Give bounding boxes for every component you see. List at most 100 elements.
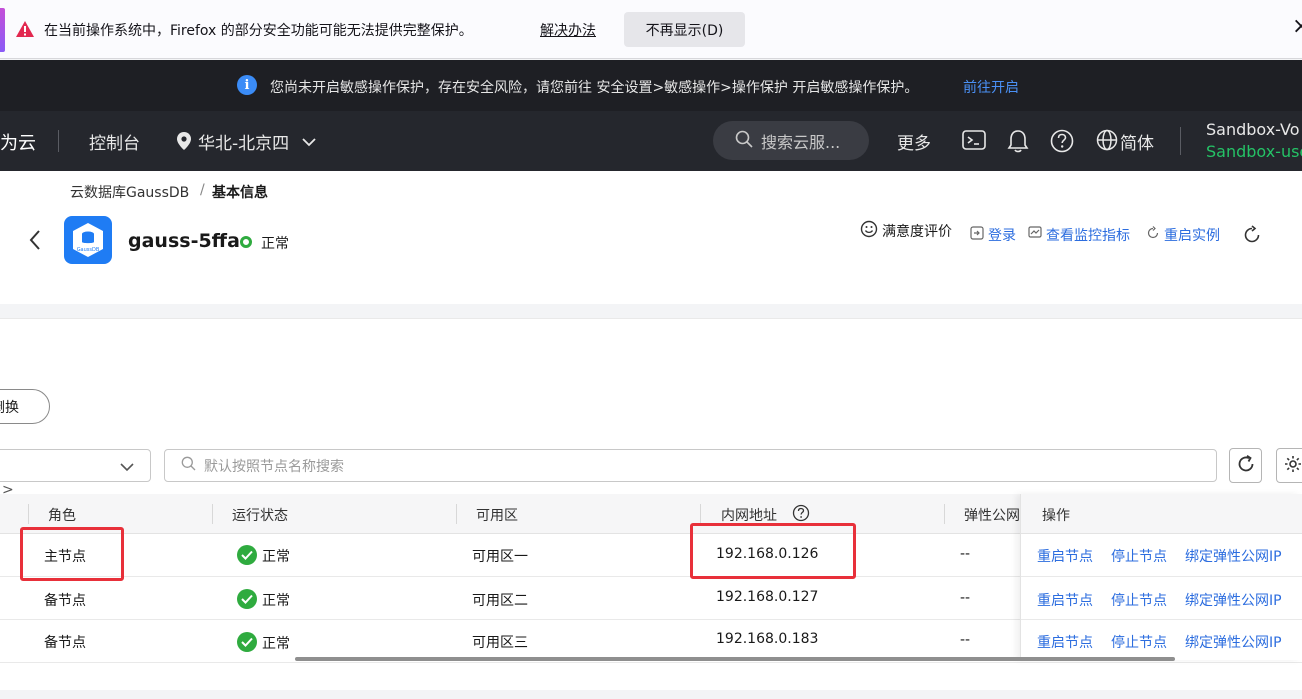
- page-bottom: [0, 690, 1302, 699]
- node-az: 可用区一: [472, 549, 528, 565]
- gear-icon: [1283, 454, 1302, 478]
- node-eip: --: [960, 632, 971, 648]
- column-az: 可用区: [476, 508, 518, 524]
- highlight-box-role: [20, 527, 124, 581]
- stop-node-link[interactable]: 停止节点: [1111, 590, 1167, 610]
- notice-text: 您尚未开启敏感操作保护，存在安全风险，请您前往 安全设置>敏感操作>操作保护 开…: [270, 80, 919, 96]
- column-divider: [28, 504, 29, 524]
- monitor-icon: [1028, 226, 1042, 244]
- fix-link[interactable]: 解决办法: [540, 20, 596, 40]
- table-row: 主节点 正常 可用区一 192.168.0.126 -- 重启节点 停止节点 绑…: [0, 534, 1302, 577]
- account-user[interactable]: Sandbox-use: [1206, 142, 1302, 161]
- search-icon: [181, 456, 196, 475]
- instance-status: 正常: [261, 236, 289, 252]
- check-circle-icon: [237, 589, 257, 609]
- status-dot: [240, 236, 252, 248]
- search-icon: [735, 130, 753, 152]
- gaussdb-logo-text: GaussDB: [77, 247, 100, 253]
- satisfaction-action[interactable]: 满意度评价: [860, 220, 952, 242]
- node-private-ip: 192.168.0.127: [716, 589, 819, 605]
- nav-divider-right: [1180, 127, 1181, 155]
- check-circle-icon: [237, 632, 257, 652]
- console-link[interactable]: 控制台: [89, 129, 140, 154]
- node-role: 备节点: [44, 593, 86, 609]
- node-az: 可用区三: [472, 635, 528, 651]
- column-divider: [212, 504, 213, 524]
- horizontal-scrollbar[interactable]: [295, 657, 1175, 661]
- breadcrumb-separator: /: [200, 182, 205, 198]
- bind-eip-link[interactable]: 绑定弹性公网IP: [1185, 632, 1282, 652]
- node-private-ip: 192.168.0.183: [716, 631, 819, 647]
- brand-logo-text[interactable]: 为云: [0, 129, 36, 155]
- settings-button[interactable]: [1276, 448, 1302, 483]
- region-selector[interactable]: 华北-北京四: [198, 129, 289, 154]
- monitor-link: 查看监控指标: [1046, 228, 1130, 244]
- info-icon: i: [237, 75, 257, 95]
- top-nav: 为云 控制台 华北-北京四 搜索云服... 更多 简体 Sandbox-Vo S…: [0, 111, 1302, 171]
- breadcrumb-current: 基本信息: [212, 185, 268, 201]
- column-run-status: 运行状态: [232, 508, 288, 524]
- account-name[interactable]: Sandbox-Vo: [1206, 120, 1300, 139]
- column-divider: [456, 504, 457, 524]
- gaussdb-logo: GaussDB: [64, 216, 112, 264]
- more-menu[interactable]: 更多: [897, 129, 931, 154]
- globe-icon[interactable]: [1096, 129, 1118, 155]
- node-eip: --: [960, 590, 971, 606]
- bell-icon[interactable]: [1007, 129, 1029, 157]
- restart-node-link[interactable]: 重启节点: [1037, 590, 1093, 610]
- node-eip: --: [960, 546, 971, 562]
- node-az: 可用区二: [472, 593, 528, 609]
- restart-node-link[interactable]: 重启节点: [1037, 546, 1093, 566]
- instance-name: gauss-5ffa: [128, 230, 240, 252]
- column-divider: [944, 504, 945, 524]
- bar-accent: [0, 8, 5, 52]
- refresh-header-icon[interactable]: [1242, 225, 1262, 249]
- terminal-icon[interactable]: [962, 129, 986, 155]
- table-header: 角色 运行状态 可用区 内网地址 弹性公网 操作: [0, 494, 1302, 534]
- smile-icon: [860, 220, 878, 242]
- restart-instance-action[interactable]: 重启实例: [1146, 225, 1220, 245]
- location-pin-icon: [177, 132, 191, 154]
- stop-node-link[interactable]: 停止节点: [1111, 546, 1167, 566]
- column-role: 角色: [48, 508, 76, 524]
- nav-divider: [58, 130, 59, 152]
- column-ops: 操作: [1042, 508, 1070, 524]
- node-search-placeholder: 默认按照节点名称搜索: [204, 458, 344, 475]
- bind-eip-link[interactable]: 绑定弹性公网IP: [1185, 546, 1282, 566]
- filter-select[interactable]: [0, 449, 151, 482]
- help-icon[interactable]: [1050, 129, 1074, 157]
- language-switch[interactable]: 简体: [1120, 129, 1154, 154]
- login-icon: [970, 226, 984, 244]
- restart-node-link[interactable]: 重启节点: [1037, 632, 1093, 652]
- restart-instance-link: 重启实例: [1164, 228, 1220, 244]
- dont-show-again-button[interactable]: 不再显示(D): [624, 12, 745, 47]
- back-arrow-icon[interactable]: [28, 229, 42, 255]
- firefox-warning-text: 在当前操作系统中，Firefox 的部分安全功能可能无法提供完整保护。: [44, 23, 473, 39]
- monitor-action[interactable]: 查看监控指标: [1028, 225, 1130, 245]
- chevron-down-icon[interactable]: [302, 135, 316, 151]
- global-search-placeholder: 搜索云服...: [761, 132, 841, 152]
- bind-eip-link[interactable]: 绑定弹性公网IP: [1185, 590, 1282, 610]
- table-row: 备节点 正常 可用区二 192.168.0.127 -- 重启节点 停止节点 绑…: [0, 577, 1302, 620]
- login-action[interactable]: 登录: [970, 225, 1016, 245]
- node-status: 正常: [262, 593, 290, 609]
- refresh-button[interactable]: [1229, 448, 1262, 483]
- global-search[interactable]: 搜索云服...: [713, 121, 869, 160]
- node-status: 正常: [262, 549, 290, 565]
- node-search-input[interactable]: 默认按照节点名称搜索: [164, 449, 1217, 482]
- restart-icon: [1146, 226, 1160, 244]
- stop-node-link[interactable]: 停止节点: [1111, 632, 1167, 652]
- security-notice: i 您尚未开启敏感操作保护，存在安全风险，请您前往 安全设置>敏感操作>操作保护…: [0, 60, 1302, 111]
- close-icon[interactable]: ×: [1292, 16, 1302, 38]
- check-circle-icon: [237, 545, 257, 565]
- highlight-box-ip: [690, 523, 856, 579]
- enable-protection-link[interactable]: 前往开启: [963, 77, 1019, 97]
- column-private-ip: 内网地址: [721, 508, 777, 524]
- chevron-down-icon: [120, 460, 134, 476]
- satisfaction-label: 满意度评价: [882, 224, 952, 240]
- switchover-button[interactable]: 倒换: [0, 389, 50, 424]
- column-divider: [700, 504, 701, 524]
- column-eip: 弹性公网: [964, 508, 1020, 524]
- node-role: 备节点: [44, 635, 86, 651]
- breadcrumb-parent[interactable]: 云数据库GaussDB: [70, 182, 189, 202]
